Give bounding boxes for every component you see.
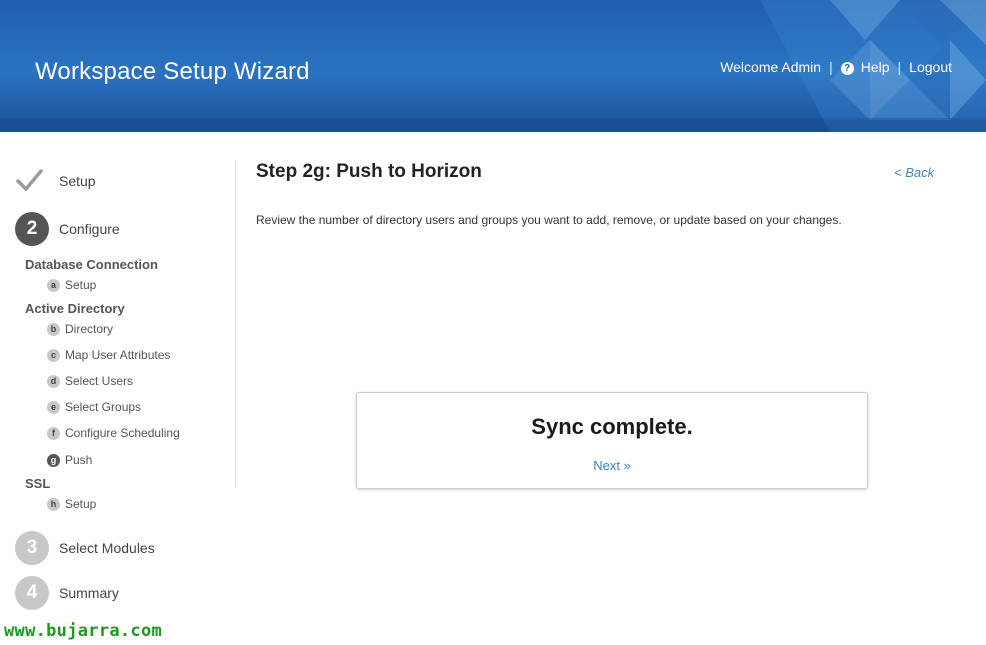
substep-badge: b <box>47 322 60 336</box>
sub-item-map-user-attributes[interactable]: c Map User Attributes <box>47 348 170 362</box>
help-icon: ? <box>840 61 854 75</box>
substep-label: Select Groups <box>65 400 142 414</box>
substep-label: Setup <box>65 278 97 292</box>
sub-item-select-users[interactable]: d Select Users <box>47 374 133 388</box>
substep-badge: f <box>47 426 60 440</box>
group-ssl: SSL <box>25 476 51 491</box>
sub-item-directory[interactable]: b Directory <box>47 322 113 336</box>
step-label: Setup <box>59 173 96 189</box>
next-link[interactable]: Next » <box>357 458 867 473</box>
substep-label: Push <box>65 453 93 467</box>
sub-item-configure-scheduling[interactable]: f Configure Scheduling <box>47 426 180 440</box>
step-label: Configure <box>59 221 120 237</box>
step-summary[interactable]: 4 Summary <box>15 576 119 610</box>
separator: | <box>829 59 833 75</box>
substep-badge: a <box>47 278 60 292</box>
watermark-text: www.bujarra.com <box>4 621 163 641</box>
substep-badge: d <box>47 374 60 388</box>
substep-badge: h <box>47 497 60 511</box>
sub-item-select-groups[interactable]: e Select Groups <box>47 400 141 414</box>
step-label: Select Modules <box>59 540 155 556</box>
step-description: Review the number of directory users and… <box>256 213 842 227</box>
logout-link[interactable]: Logout <box>909 59 952 75</box>
substep-label: Select Users <box>65 374 134 388</box>
sidebar-divider <box>235 160 236 488</box>
group-database-connection: Database Connection <box>25 257 158 272</box>
page-title: Step 2g: Push to Horizon <box>256 161 482 182</box>
substep-badge: e <box>47 400 60 414</box>
substep-label: Setup <box>65 497 97 511</box>
top-links: Welcome Admin | ? Help | Logout <box>720 59 952 75</box>
step-number: 3 <box>15 531 49 565</box>
step-select-modules[interactable]: 3 Select Modules <box>15 531 155 565</box>
sub-item-push[interactable]: g Push <box>47 453 92 467</box>
back-link[interactable]: < Back <box>894 165 934 180</box>
sub-item-db-setup[interactable]: a Setup <box>47 278 96 292</box>
help-link[interactable]: ? Help <box>840 59 890 75</box>
sync-status-panel: Sync complete. Next » <box>356 392 868 489</box>
checkmark-icon <box>15 166 49 196</box>
welcome-text: Welcome Admin <box>720 59 822 75</box>
substep-label: Directory <box>65 322 114 336</box>
wizard-sidebar <box>0 132 236 645</box>
group-active-directory: Active Directory <box>25 301 125 316</box>
separator: | <box>897 59 902 75</box>
sub-item-ssl-setup[interactable]: h Setup <box>47 497 96 511</box>
substep-label: Configure Scheduling <box>65 426 180 440</box>
step-number: 2 <box>15 212 49 246</box>
substep-badge: g <box>47 453 60 467</box>
step-number: 4 <box>15 576 49 610</box>
substep-label: Map User Attributes <box>65 348 171 362</box>
help-label: Help <box>860 59 890 75</box>
step-setup[interactable]: Setup <box>15 166 96 196</box>
header-banner: Workspace Setup Wizard Welcome Admin | ?… <box>0 0 986 132</box>
app-title: Workspace Setup Wizard <box>35 58 310 85</box>
sync-complete-message: Sync complete. <box>531 414 693 439</box>
step-configure[interactable]: 2 Configure <box>15 212 120 246</box>
step-label: Summary <box>59 585 119 601</box>
substep-badge: c <box>47 348 60 362</box>
